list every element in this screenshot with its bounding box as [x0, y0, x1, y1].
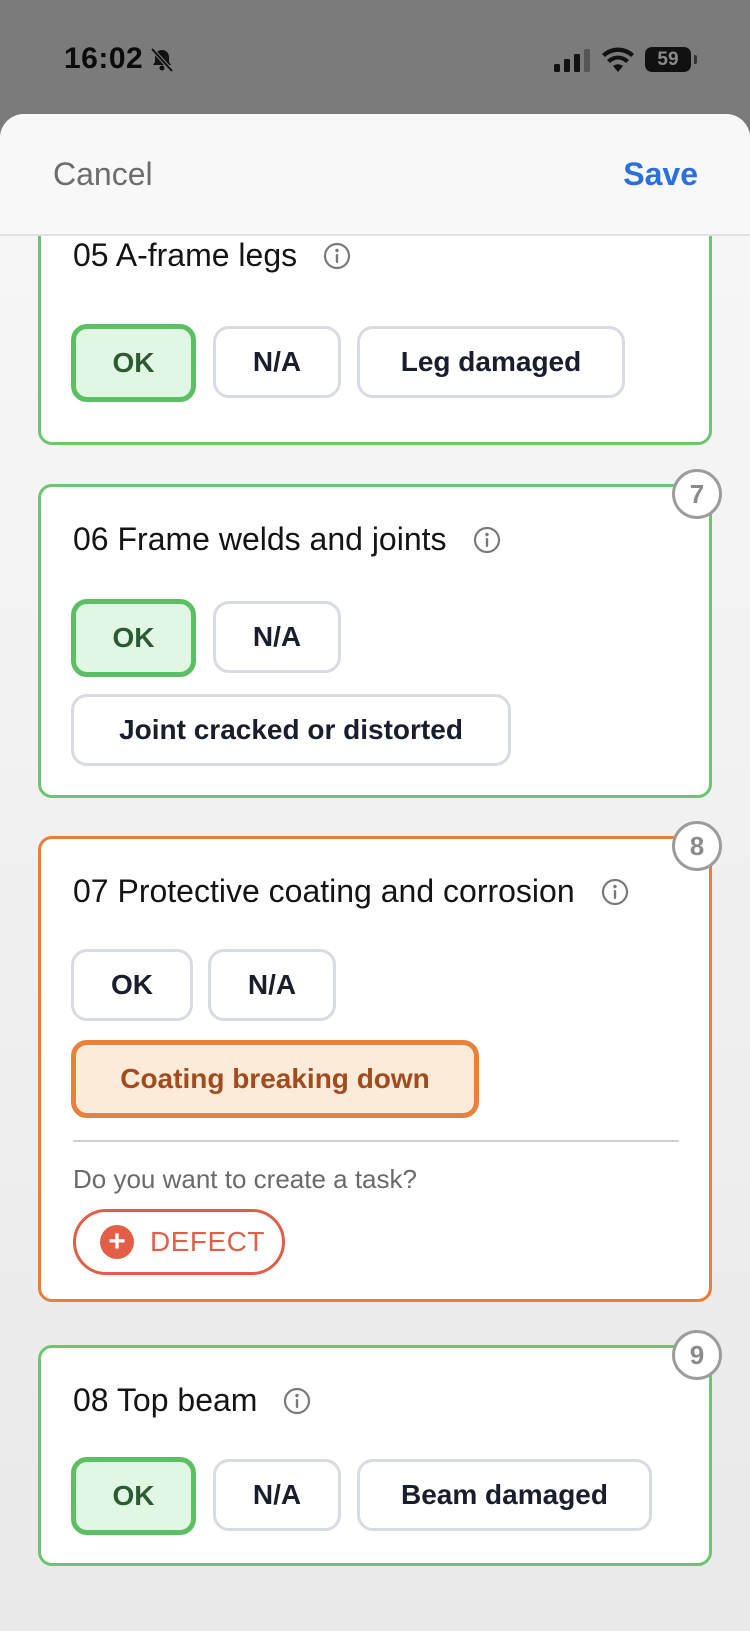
option-defect[interactable]: Beam damaged — [357, 1459, 652, 1531]
option-na[interactable]: N/A — [208, 949, 336, 1021]
task-prompt: Do you want to create a task? — [73, 1164, 417, 1194]
sheet-header: Cancel Save — [0, 114, 750, 236]
item-title-text: 06 Frame welds and joints — [73, 521, 447, 557]
item-number-badge: 9 — [672, 1330, 722, 1380]
wifi-icon — [602, 47, 634, 72]
item-title-text: 05 A-frame legs — [73, 237, 298, 273]
status-time: 16:02 — [64, 42, 144, 75]
option-na[interactable]: N/A — [213, 326, 341, 398]
item-number-badge: 8 — [672, 821, 722, 871]
option-na[interactable]: N/A — [213, 601, 341, 673]
checklist-item-07: 8 07 Protective coating and corrosion OK… — [38, 821, 722, 1302]
battery-icon: 59 — [645, 47, 697, 72]
info-icon[interactable] — [323, 242, 351, 270]
battery-level: 59 — [657, 48, 679, 70]
item-title: 06 Frame welds and joints — [73, 521, 501, 558]
info-icon[interactable] — [601, 878, 629, 906]
checklist: 6 05 A-frame legs OK N/A Leg damaged 7 0… — [0, 114, 750, 1631]
save-button[interactable]: Save — [623, 156, 698, 193]
defect-button-label: DEFECT — [150, 1226, 265, 1257]
status-bar: 16:02 59 — [0, 0, 750, 115]
create-defect-task-button[interactable]: + DEFECT — [73, 1209, 285, 1275]
bell-muted-icon — [150, 47, 174, 73]
inspection-sheet: 6 05 A-frame legs OK N/A Leg damaged 7 0… — [0, 114, 750, 1631]
cellular-signal-icon — [554, 49, 590, 72]
option-defect[interactable]: Coating breaking down — [71, 1040, 479, 1118]
option-ok[interactable]: OK — [71, 1457, 196, 1535]
item-title-text: 08 Top beam — [73, 1382, 258, 1418]
checklist-item-08: 9 08 Top beam OK N/A Beam damaged — [38, 1330, 722, 1566]
item-title-text: 07 Protective coating and corrosion — [73, 873, 575, 909]
checklist-item-06: 7 06 Frame welds and joints OK N/A Joint… — [38, 469, 722, 798]
option-na[interactable]: N/A — [213, 1459, 341, 1531]
item-title: 08 Top beam — [73, 1382, 311, 1419]
item-title: 05 A-frame legs — [73, 237, 351, 274]
plus-icon: + — [100, 1225, 134, 1259]
option-defect[interactable]: Leg damaged — [357, 326, 625, 398]
divider — [73, 1140, 679, 1142]
option-ok[interactable]: OK — [71, 599, 196, 677]
option-ok[interactable]: OK — [71, 949, 193, 1021]
item-number-badge: 7 — [672, 469, 722, 519]
cancel-button[interactable]: Cancel — [53, 156, 153, 193]
option-ok[interactable]: OK — [71, 324, 196, 402]
info-icon[interactable] — [473, 526, 501, 554]
item-title: 07 Protective coating and corrosion — [73, 873, 629, 910]
info-icon[interactable] — [283, 1387, 311, 1415]
option-defect[interactable]: Joint cracked or distorted — [71, 694, 511, 766]
